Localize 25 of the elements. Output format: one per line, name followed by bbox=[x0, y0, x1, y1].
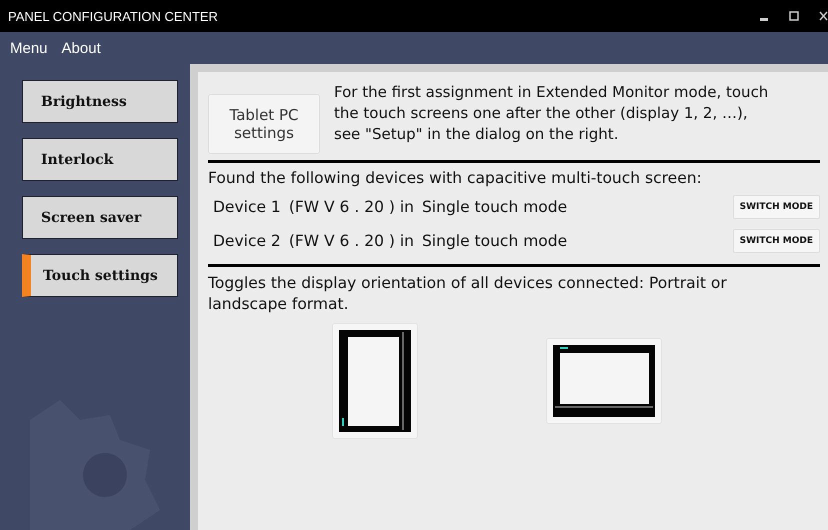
window-title: PANEL CONFIGURATION CENTER bbox=[8, 8, 219, 24]
sidebar-item[interactable]: Brightness bbox=[22, 80, 178, 123]
device-name: Device 2 bbox=[213, 232, 281, 250]
switch-mode-button[interactable]: SWITCH MODE bbox=[732, 195, 820, 219]
menu-item[interactable]: Menu bbox=[10, 40, 48, 56]
tablet-pc-settings-button[interactable]: Tablet PC settings bbox=[208, 94, 320, 154]
menu-item[interactable]: About bbox=[62, 40, 101, 56]
close-icon[interactable] bbox=[819, 11, 828, 21]
device-mode: Single touch mode bbox=[422, 198, 568, 216]
orientation-description: Toggles the display orientation of all devices connected: Portrait or landscape format. bbox=[208, 273, 728, 315]
devices-heading: Found the following devices with capacitive multi-touch screen: bbox=[208, 169, 703, 187]
portrait-orientation-button[interactable] bbox=[332, 323, 418, 439]
landscape-panel-icon bbox=[553, 345, 655, 417]
portrait-panel-icon bbox=[339, 330, 411, 432]
device-firmware: (FW V 6 . 20 ) in bbox=[288, 232, 414, 250]
device-name: Device 1 bbox=[213, 198, 281, 216]
sidebar-item[interactable]: Interlock bbox=[22, 138, 178, 181]
landscape-orientation-button[interactable] bbox=[546, 338, 662, 424]
sidebar-item[interactable]: Screen saver bbox=[22, 196, 178, 239]
device-firmware: (FW V 6 . 20 ) in bbox=[288, 198, 414, 216]
assignment-note: For the first assignment in Extended Monitor mode, touch the touch screens one after the other (display 1, 2, …), see "Setup" in the dialog on the right. bbox=[334, 82, 770, 145]
sidebar-item[interactable]: Touch settings bbox=[22, 254, 178, 297]
device-mode: Single touch mode bbox=[422, 232, 568, 250]
maximize-icon[interactable] bbox=[789, 11, 799, 21]
switch-mode-button[interactable]: SWITCH MODE bbox=[732, 229, 820, 253]
